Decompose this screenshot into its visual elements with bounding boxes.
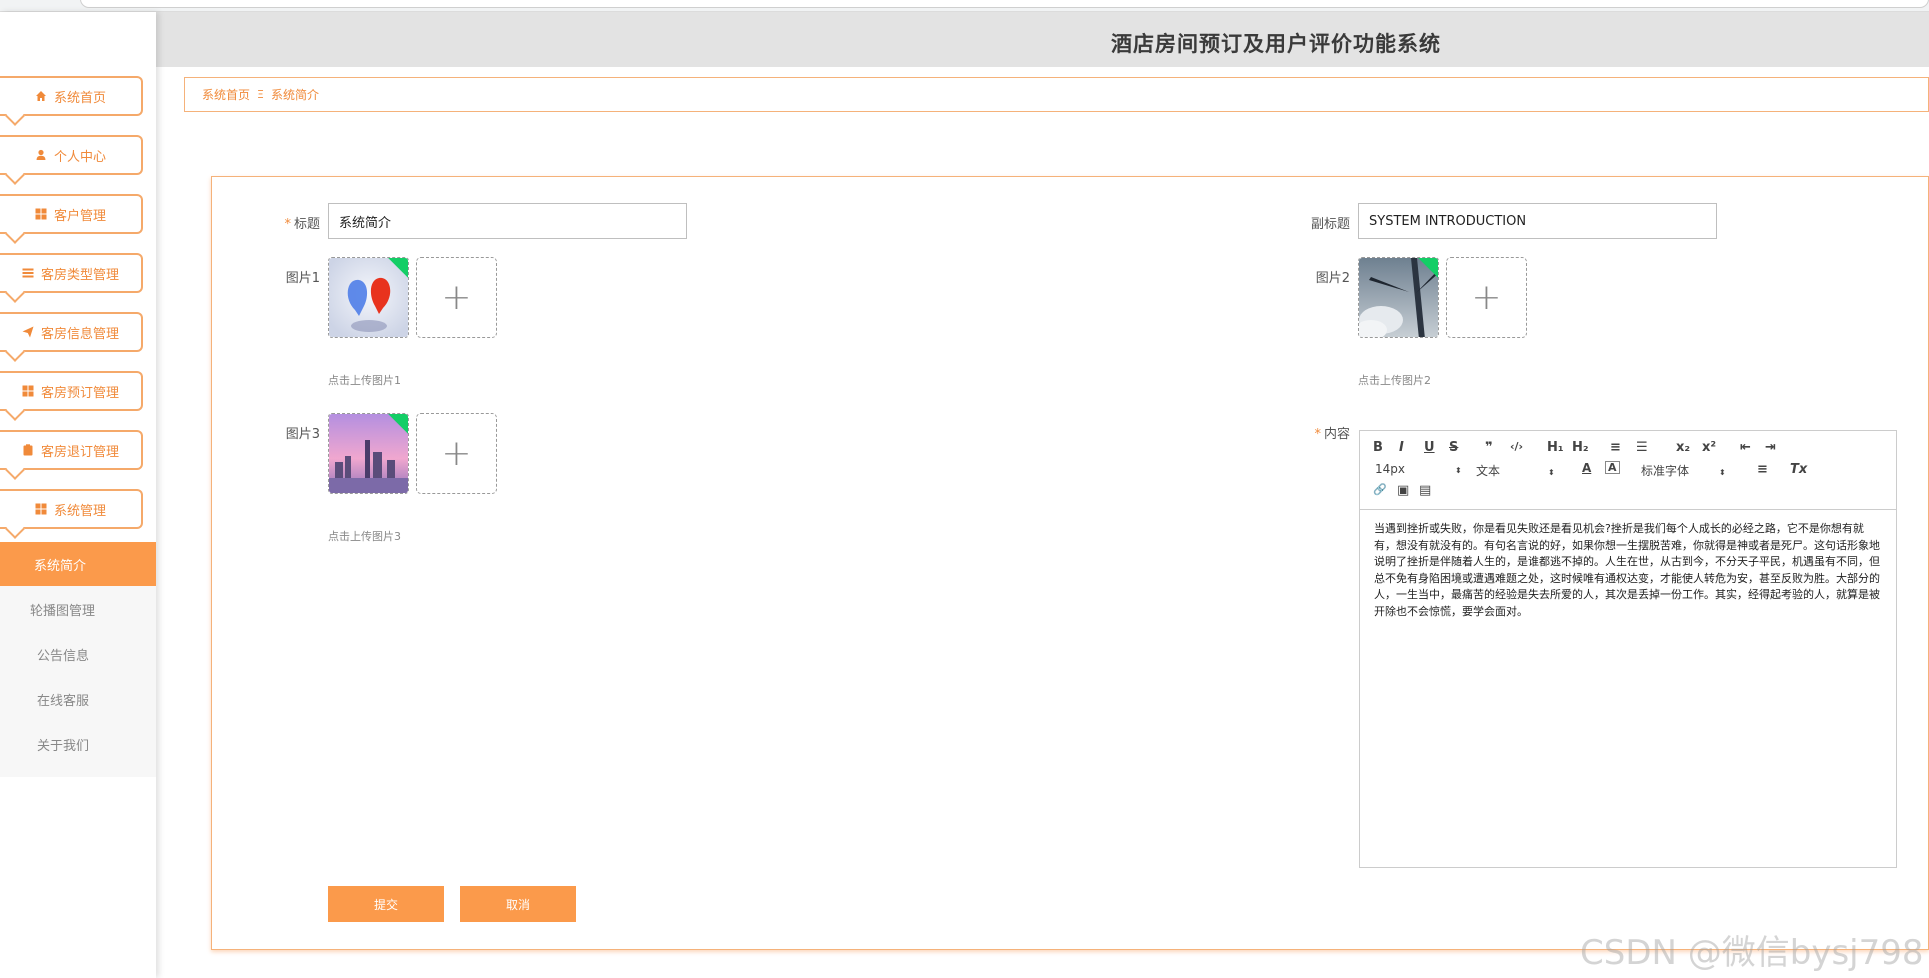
submenu-about-us[interactable]: 关于我们 — [0, 722, 156, 766]
submenu-carousel[interactable]: 轮播图管理 — [0, 587, 156, 631]
menu-room-info[interactable]: 客房信息管理 — [0, 312, 143, 352]
content-label: * 内容 — [1314, 427, 1350, 442]
menu-personal-center[interactable]: 个人中心 — [0, 135, 143, 175]
plus-icon: + — [441, 276, 472, 318]
ordered-list-icon[interactable]: ≡ — [1610, 440, 1621, 455]
menu-room-type[interactable]: 客房类型管理 — [0, 253, 143, 293]
font-family-select[interactable]: 标准字体 ⬍ — [1641, 462, 1726, 479]
menu-label: 系统首页 — [53, 90, 106, 106]
image1-upload-button[interactable]: + — [416, 257, 497, 338]
select-arrow-icon: ⬍ — [1455, 466, 1462, 475]
menu-room-cancel[interactable]: 客房退订管理 — [0, 430, 143, 470]
outdent-icon[interactable]: ⇤ — [1740, 440, 1751, 455]
header1-icon[interactable]: H₁ — [1547, 440, 1564, 455]
image2-thumbnail[interactable] — [1358, 257, 1439, 338]
menu-label: 客房类型管理 — [40, 267, 119, 283]
grid-icon — [22, 385, 35, 398]
image2-label: 图片2 — [1315, 271, 1350, 286]
submit-button[interactable]: 提交 — [328, 886, 444, 922]
user-icon — [35, 149, 48, 162]
menu-home[interactable]: 系统首页 — [0, 76, 143, 116]
home-icon — [35, 90, 48, 103]
submenu-system-intro[interactable]: 系统简介 — [0, 542, 156, 586]
header: 酒店房间预订及用户评价功能系统 — [156, 12, 1929, 67]
breadcrumb-separator: Ξ — [257, 88, 264, 101]
menu-system[interactable]: 系统管理 — [0, 489, 143, 529]
list-icon — [22, 267, 35, 280]
sidebar: 系统首页 个人中心 客户管理 客房类型管理 客房信息管理 客房预订管理 客房退订… — [0, 12, 156, 978]
menu-label: 客房退订管理 — [40, 444, 119, 460]
blockquote-icon[interactable]: ❞ — [1485, 440, 1493, 455]
breadcrumb-home[interactable]: 系统首页 — [202, 86, 250, 103]
font-color-icon[interactable]: A — [1582, 461, 1591, 475]
subtitle-input[interactable]: SYSTEM INTRODUCTION — [1358, 203, 1717, 239]
image1-thumbnail[interactable] — [328, 257, 409, 338]
subtitle-label: 副标题 — [1310, 217, 1350, 232]
title-label: * 标题 — [284, 217, 320, 232]
underline-icon[interactable]: U — [1424, 440, 1435, 455]
breadcrumb: 系统首页 Ξ 系统简介 — [184, 77, 1929, 112]
background-color-icon[interactable]: A — [1605, 461, 1620, 474]
subscript-icon[interactable]: x₂ — [1676, 440, 1690, 455]
menu-label: 个人中心 — [53, 149, 106, 165]
editor-toolbar: B I U S ❞ ‹/› H₁ H₂ ≡ ☰ x₂ x² ⇤ ⇥ 14px ⬍ … — [1360, 431, 1896, 510]
indent-icon[interactable]: ⇥ — [1765, 440, 1776, 455]
align-icon[interactable]: ≡ — [1757, 462, 1768, 477]
image3-label: 图片3 — [285, 427, 320, 442]
link-icon[interactable]: 🔗 — [1373, 483, 1387, 496]
address-bar[interactable] — [80, 0, 1929, 8]
select-arrow-icon: ⬍ — [1719, 468, 1726, 477]
submenu-online-service[interactable]: 在线客服 — [0, 677, 156, 721]
superscript-icon[interactable]: x² — [1702, 440, 1716, 455]
font-size-select[interactable]: 14px ⬍ — [1375, 462, 1462, 476]
image3-hint: 点击上传图片3 — [328, 530, 401, 543]
menu-label: 系统管理 — [53, 503, 106, 519]
image2-hint: 点击上传图片2 — [1358, 374, 1431, 387]
breadcrumb-current: 系统简介 — [270, 88, 319, 102]
grid-icon — [35, 208, 48, 221]
send-icon — [22, 326, 35, 339]
system-submenu: 系统简介 轮播图管理 公告信息 在线客服 关于我们 — [0, 542, 156, 777]
header-select[interactable]: 文本 ⬍ — [1476, 462, 1555, 479]
select-arrow-icon: ⬍ — [1548, 468, 1555, 477]
strike-icon[interactable]: S — [1449, 440, 1458, 455]
menu-label: 客户管理 — [53, 208, 106, 224]
menu-label: 客房信息管理 — [40, 326, 119, 342]
plus-icon: + — [1471, 276, 1502, 318]
bullet-list-icon[interactable]: ☰ — [1636, 440, 1648, 455]
image2-upload-button[interactable]: + — [1446, 257, 1527, 338]
editor-content[interactable]: 当遇到挫折或失败，你是看见失败还是看见机会?挫折是我们每个人成长的必经之路，它不… — [1374, 521, 1884, 620]
bold-icon[interactable]: B — [1373, 440, 1383, 455]
clipboard-icon — [22, 443, 35, 457]
menu-room-booking[interactable]: 客房预订管理 — [0, 371, 143, 411]
app-title: 酒店房间预订及用户评价功能系统 — [1111, 32, 1441, 56]
image3-thumbnail[interactable] — [328, 413, 409, 494]
italic-icon[interactable]: I — [1399, 440, 1404, 455]
image1-label: 图片1 — [285, 271, 320, 286]
image1-hint: 点击上传图片1 — [328, 374, 401, 387]
code-block-icon[interactable]: ‹/› — [1510, 440, 1523, 453]
video-icon[interactable]: ▤ — [1419, 483, 1431, 498]
grid-icon — [35, 503, 48, 516]
header2-icon[interactable]: H₂ — [1572, 440, 1589, 455]
browser-chrome — [0, 0, 1929, 12]
watermark: CSDN @微信bysj798 — [1580, 933, 1924, 973]
image3-upload-button[interactable]: + — [416, 413, 497, 494]
cancel-button[interactable]: 取消 — [460, 886, 576, 922]
menu-customer[interactable]: 客户管理 — [0, 194, 143, 234]
clean-format-icon[interactable]: Tx — [1790, 462, 1807, 477]
plus-icon: + — [441, 432, 472, 474]
submenu-announcement[interactable]: 公告信息 — [0, 632, 156, 676]
menu-label: 客房预订管理 — [40, 385, 119, 401]
rich-text-editor: B I U S ❞ ‹/› H₁ H₂ ≡ ☰ x₂ x² ⇤ ⇥ 14px ⬍ … — [1359, 430, 1897, 868]
title-input[interactable]: 系统简介 — [328, 203, 687, 239]
image-icon[interactable]: ▣ — [1397, 483, 1409, 498]
